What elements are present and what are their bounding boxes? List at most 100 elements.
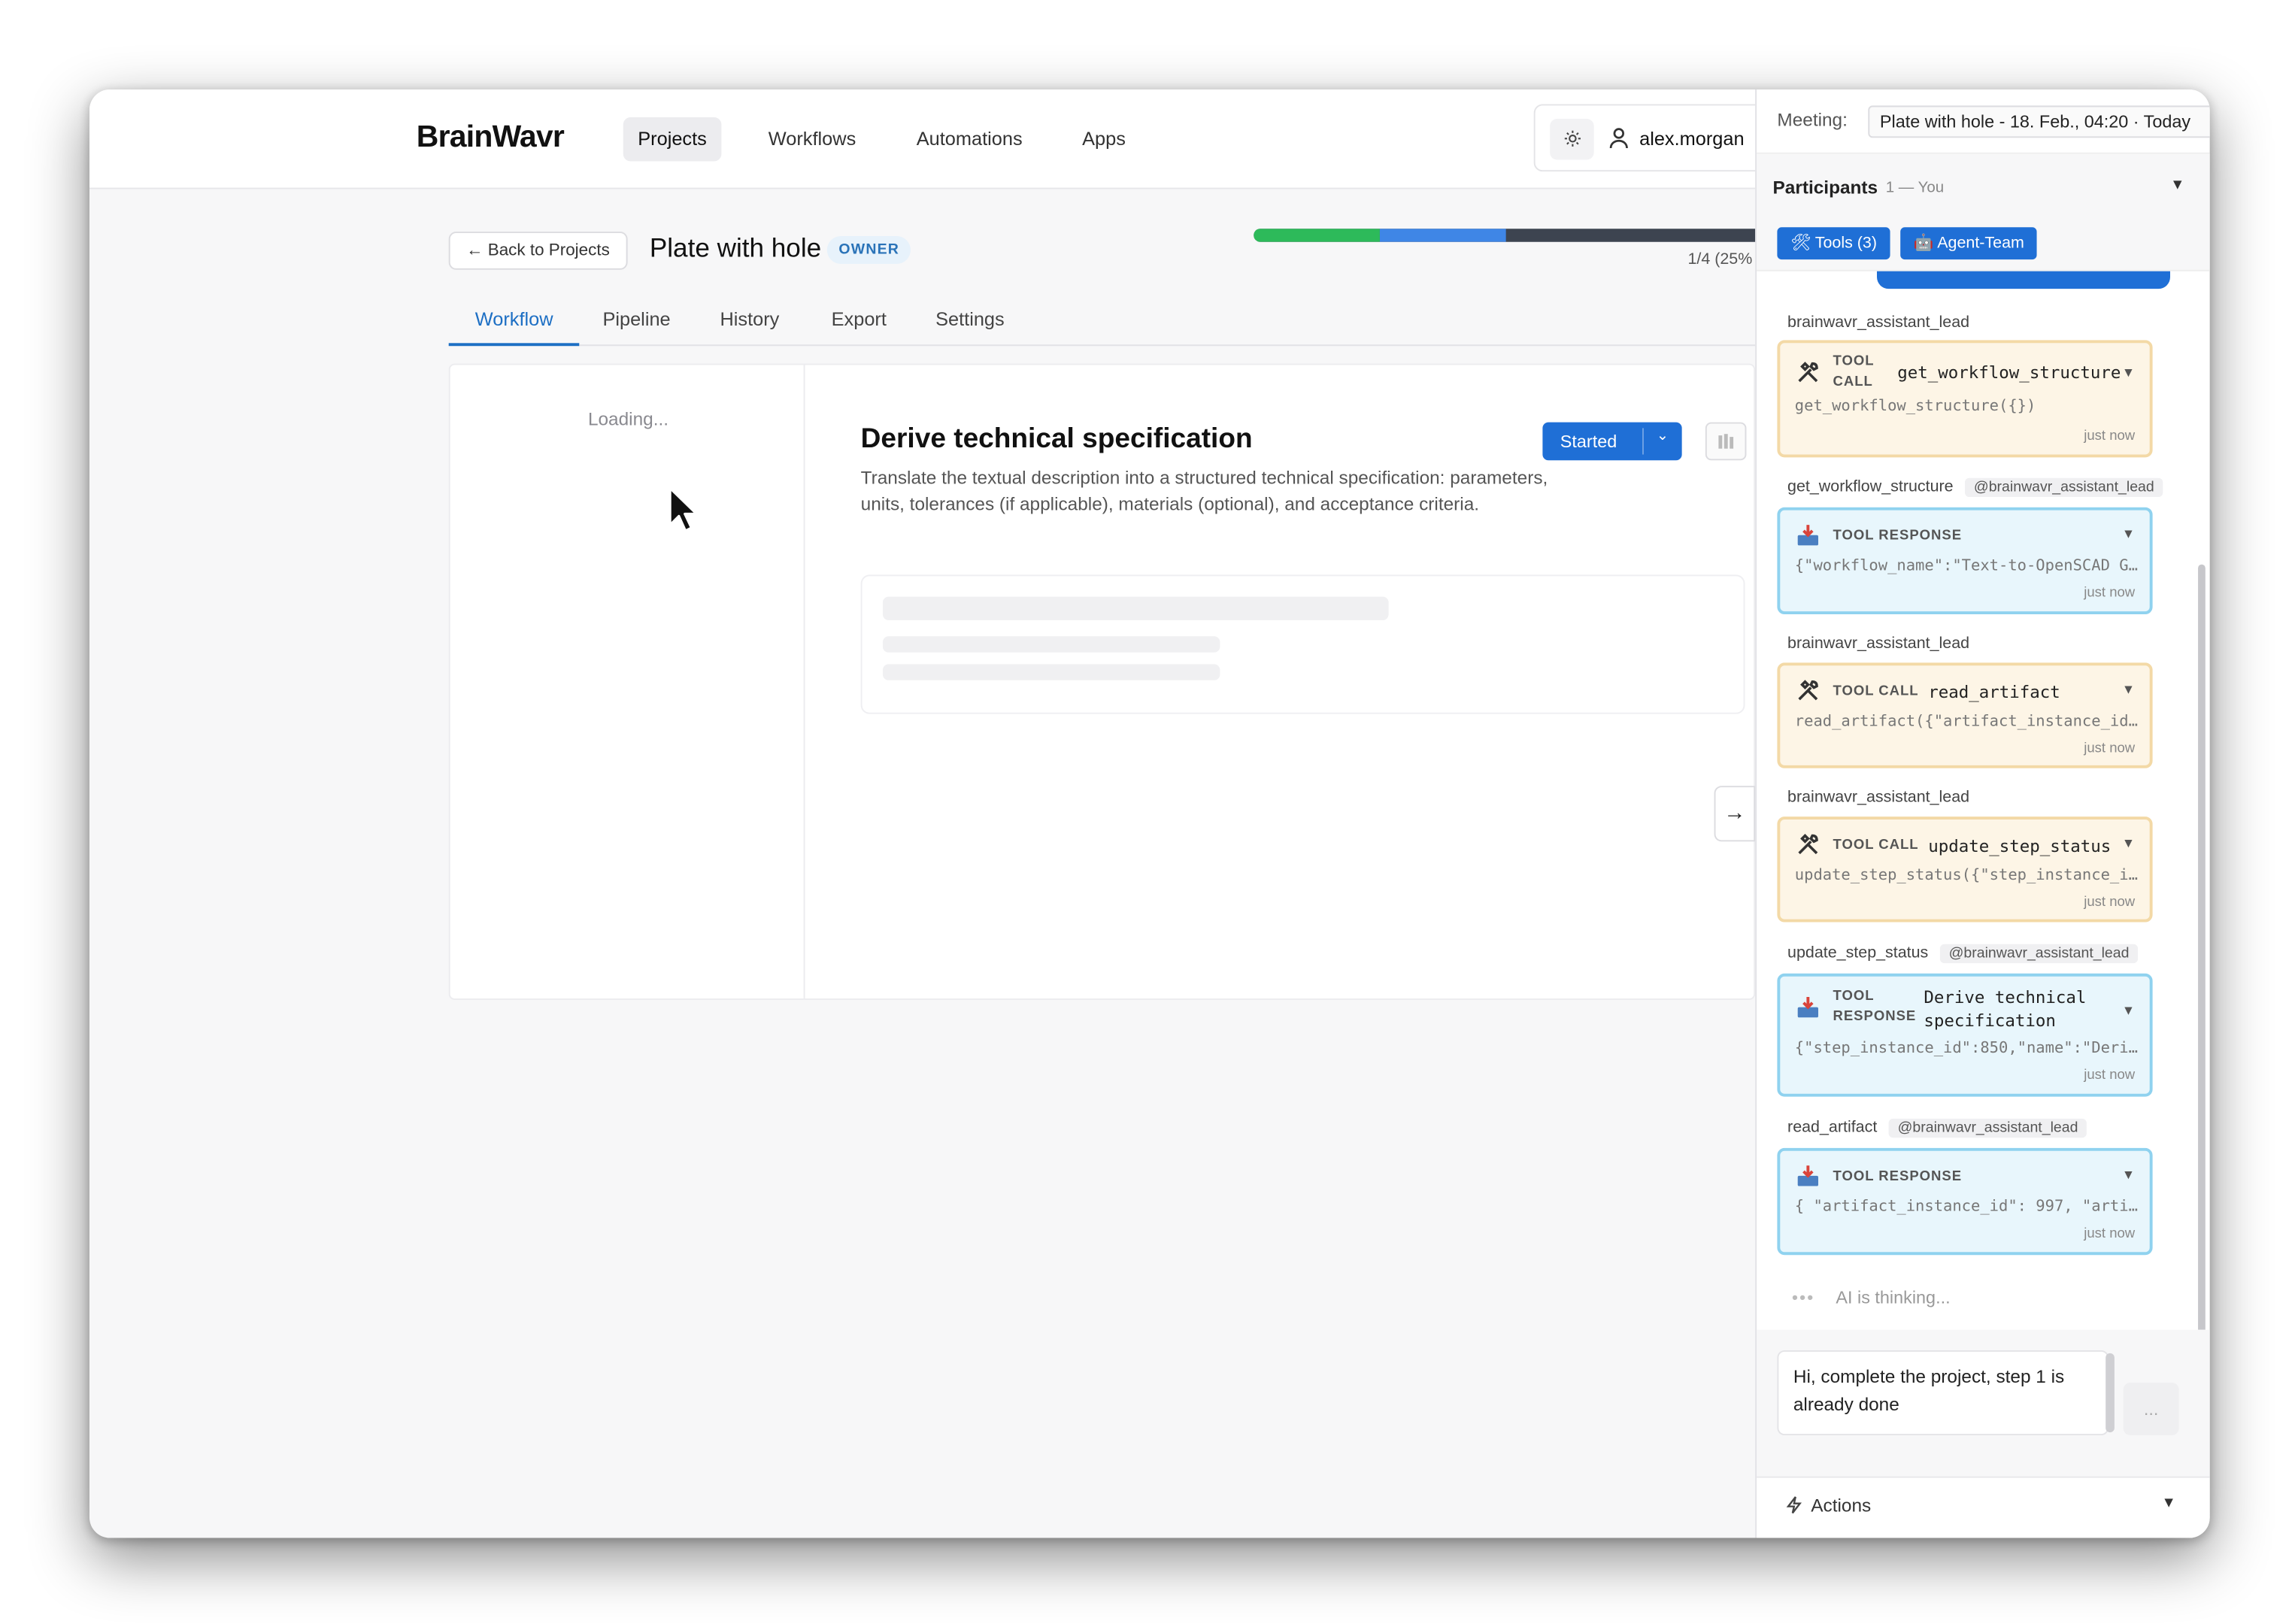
nav-automations[interactable]: Automations [902,117,1037,162]
tool-args: { "artifact_instance_id": 997, "arti... [1794,1198,2141,1216]
progress-segment-active [1379,229,1506,242]
message-author: update_step_status @brainwavr_assistant_l… [1787,944,2139,964]
meeting-select[interactable]: Plate with hole - 18. Feb., 04:20 · Toda… [1868,105,2210,138]
step-status-dropdown[interactable]: Started ⌄ [1542,422,1682,461]
hammer-wrench-icon [1795,832,1821,858]
project-title: Plate with hole [649,233,822,263]
logo[interactable]: BrainWavr [417,120,565,156]
workflow-panel: Loading... Derive technical specificatio… [448,363,1756,1000]
tool-call-card[interactable]: TOOL CALL update_step_status ▼ update_st… [1777,817,2153,923]
tool-function-name: get_workflow_structure [1897,362,2121,383]
inbox-icon [1795,994,1821,1020]
message-author: read_artifact @brainwavr_assistant_lead [1787,1118,2087,1138]
tool-kind-label: TOOL RESPONSE [1833,988,1917,1026]
tool-args: {"step_instance_id":850,"name":"Deri... [1794,1039,2141,1057]
chevron-down-icon[interactable]: ▼ [2122,682,2135,697]
skeleton-line [882,664,1220,680]
participants-header[interactable]: Participants 1 — You ▼ [1757,153,2210,219]
top-navbar: BrainWavr Projects Workflows Automations… [89,89,1756,189]
sun-icon [1563,130,1580,147]
tool-args: read_artifact({"artifact_instance_id... [1794,712,2141,731]
step-title: Derive technical specification [860,423,1253,455]
content-skeleton [860,574,1745,714]
tool-call-card[interactable]: TOOL CALL read_artifact ▼ read_artifact(… [1777,662,2153,768]
chevron-down-icon[interactable]: ▼ [2122,836,2135,851]
send-button[interactable]: ... [2123,1382,2179,1436]
hammer-wrench-icon [1795,359,1821,386]
username[interactable]: alex.morgan [1639,128,1745,150]
chip-row: 🛠 Tools (3) 🤖 Agent-Team [1757,218,2210,271]
tool-response-card[interactable]: TOOL RESPONSE Derive technical specificat… [1777,973,2153,1097]
stats-button[interactable] [1705,422,1747,461]
mouse-cursor-icon [668,486,698,532]
theme-toggle-button[interactable] [1550,118,1594,160]
tab-pipeline[interactable]: Pipeline [576,298,696,346]
message-time: just now [2084,428,2136,444]
tool-kind-label: TOOL CALL [1833,683,1919,700]
message-input[interactable]: Hi, complete the project, step 1 is alre… [1777,1350,2109,1436]
project-tabs: Workflow Pipeline History Export Setting… [448,298,1756,347]
lightning-icon [1786,1495,1802,1519]
tool-function-name: update_step_status [1928,835,2112,856]
composer-row: Hi, complete the project, step 1 is alre… [1757,1329,2210,1477]
message-author: brainwavr_assistant_lead [1787,789,1970,807]
thinking-indicator: ••• AI is thinking... [1791,1287,1951,1308]
app-window: BrainWavr Projects Workflows Automations… [89,89,2210,1538]
tool-args: get_workflow_structure({}) [1794,397,2036,415]
step-list: Loading... [450,365,805,998]
nav-workflows[interactable]: Workflows [753,117,870,162]
nav-apps[interactable]: Apps [1068,117,1141,162]
message-time: just now [2084,585,2136,601]
chevron-down-icon[interactable]: ▼ [2122,1167,2135,1182]
chevron-down-icon[interactable]: ▼ [2122,365,2135,380]
actions-header[interactable]: Actions ▼ [1757,1476,2210,1538]
agent-team-chip[interactable]: 🤖 Agent-Team [1900,227,2038,260]
scrollbar[interactable] [2198,564,2206,1330]
message-time: just now [2084,1226,2136,1242]
inbox-icon [1795,522,1821,548]
tab-export[interactable]: Export [805,298,913,346]
next-step-button[interactable]: → [1714,786,1756,842]
tab-history[interactable]: History [693,298,805,346]
chevron-down-icon[interactable]: ▼ [2170,177,2184,193]
inbox-icon [1795,1162,1821,1189]
user-icon [1609,128,1628,149]
input-scrollbar[interactable] [2106,1353,2115,1433]
tool-response-card[interactable]: TOOL RESPONSE ▼ { "artifact_instance_id"… [1777,1147,2153,1256]
participants-count: 1 — You [1885,178,1945,197]
tool-kind-label: TOOL CALL [1833,353,1875,390]
tool-args: update_step_status({"step_instance_i... [1794,866,2141,884]
tool-args: {"workflow_name":"Text-to-OpenSCAD G... [1794,557,2141,575]
chevron-down-icon[interactable]: ▼ [2161,1495,2175,1511]
tool-response-card[interactable]: TOOL RESPONSE ▼ {"workflow_name":"Text-t… [1777,507,2153,615]
back-to-projects-button[interactable]: ← Back to Projects [448,232,628,270]
tool-call-card[interactable]: TOOL CALL get_workflow_structure ▼ get_wo… [1777,340,2153,458]
meeting-row: Meeting: Plate with hole - 18. Feb., 04:… [1757,89,2210,154]
chat-panel: Meeting: Plate with hole - 18. Feb., 04:… [1755,89,2210,1538]
message-time: just now [2084,1067,2136,1084]
tool-function-name: read_artifact [1928,681,2060,703]
message-list[interactable]: brainwavr_assistant_lead TOOL CALL get_wo… [1757,271,2210,1330]
message-time: just now [2084,740,2136,757]
step-description: Translate the textual description into a… [860,468,1548,515]
progress-segment-done [1254,229,1380,242]
tools-chip[interactable]: 🛠 Tools (3) [1777,227,1890,260]
arrow-right-icon: → [1724,800,1746,826]
tool-function-name: Derive technical specification [1924,986,2087,1031]
chevron-down-icon[interactable]: ▼ [2122,526,2135,541]
user-message-bubble [1877,271,2170,289]
status-divider [1642,428,1644,455]
tab-workflow[interactable]: Workflow [448,298,580,347]
skeleton-line [882,596,1389,620]
chevron-down-icon[interactable]: ▼ [2122,1003,2135,1018]
chevron-down-icon: ⌄ [1656,428,1669,444]
nav-projects[interactable]: Projects [623,117,722,162]
bar-chart-icon [1718,434,1734,449]
tab-settings[interactable]: Settings [909,298,1031,346]
participants-label: Participants [1772,177,1878,198]
message-time: just now [2084,894,2136,910]
tool-kind-label: TOOL RESPONSE [1833,528,1963,544]
message-author: brainwavr_assistant_lead [1787,314,1970,332]
meeting-label: Meeting: [1777,110,1848,131]
role-badge: OWNER [826,235,911,264]
